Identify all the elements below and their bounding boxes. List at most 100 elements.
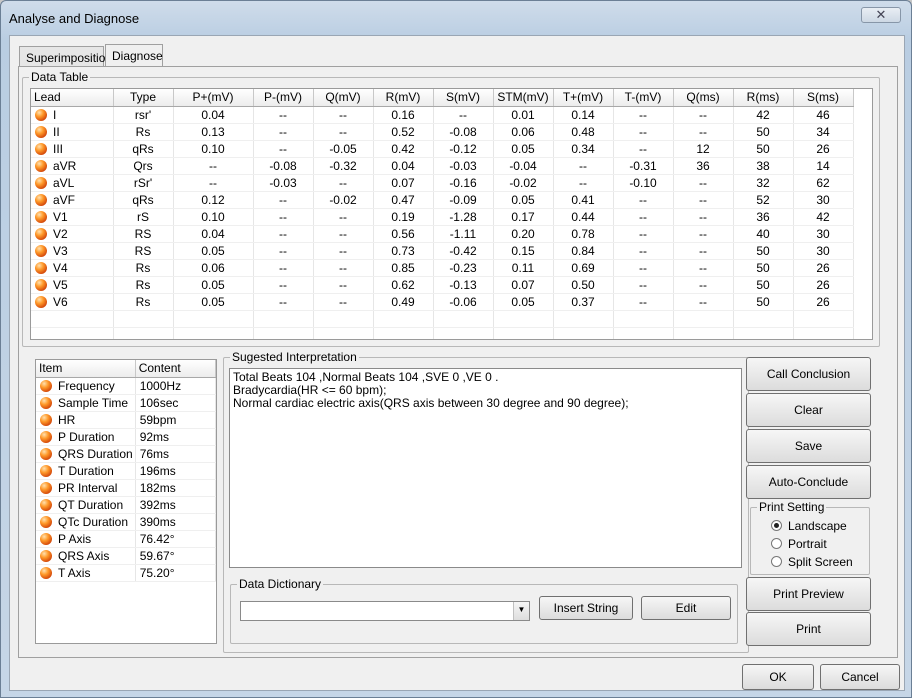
empty-cell	[113, 327, 174, 339]
table-cell: 0.41	[553, 191, 614, 209]
column-header[interactable]: Item	[36, 360, 136, 378]
table-cell: 26	[793, 259, 854, 277]
table-cell: --	[253, 106, 314, 124]
empty-cell	[433, 310, 494, 328]
status-dot-icon	[40, 413, 52, 426]
measurements-table[interactable]: Item Content Frequency 1000Hz Sample Time 10…	[35, 359, 217, 644]
table-row[interactable]: III qRs 0.10 -- -0.05 0.42 -0.12 0.05 0.34 -- 12 50…	[31, 140, 854, 158]
radio-split-screen-indicator[interactable]	[771, 556, 782, 567]
table-row[interactable]: aVF qRs 0.12 -- -0.02 0.47 -0.09 0.05 0.41 -- -- 52…	[31, 191, 854, 209]
content-cell: 390ms	[135, 513, 216, 531]
list-item[interactable]: QRS Axis 59.67°	[36, 547, 216, 565]
column-header[interactable]: STM(mV)	[493, 89, 554, 107]
data-table[interactable]: Lead Type P+(mV) P-(mV) Q(mV) R(mV) S(mV) STM(m…	[30, 88, 873, 340]
table-cell: --	[613, 225, 674, 243]
column-header[interactable]: S(mV)	[433, 89, 494, 107]
list-item[interactable]: HR 59bpm	[36, 411, 216, 429]
table-row[interactable]: V1 rS 0.10 -- -- 0.19 -1.28 0.17 0.44 -- -- 36 42	[31, 208, 854, 226]
table-cell: 0.34	[553, 140, 614, 158]
table-cell: 0.05	[493, 191, 554, 209]
table-row[interactable]: Irsr' 0.04 -- -- 0.16 -- 0.01 0.14 -- -- 42 46	[31, 106, 854, 124]
tab-superimposition[interactable]: Superimposition	[19, 46, 112, 66]
list-item[interactable]: Sample Time 106sec	[36, 394, 216, 412]
ok-button[interactable]: OK	[742, 664, 814, 690]
status-dot-icon	[35, 193, 47, 206]
print-button[interactable]: Print	[746, 612, 871, 646]
status-dot-icon	[40, 566, 52, 579]
status-dot-icon	[35, 295, 47, 308]
cancel-button[interactable]: Cancel	[820, 664, 900, 690]
list-item[interactable]: QRS Duration 76ms	[36, 445, 216, 463]
interpretation-textarea[interactable]: Total Beats 104 ,Normal Beats 104 ,SVE 0…	[229, 368, 742, 568]
radio-landscape-indicator[interactable]	[771, 520, 782, 531]
list-item[interactable]: PR Interval 182ms	[36, 479, 216, 497]
column-header[interactable]: T+(mV)	[553, 89, 614, 107]
auto-conclude-button[interactable]: Auto-Conclude	[746, 465, 871, 499]
lead-cell: II	[31, 123, 114, 141]
table-row[interactable]: aVR Qrs -- -0.08 -0.32 0.04 -0.03 -0.04 -- -0.31 3…	[31, 157, 854, 175]
table-row[interactable]: V6 Rs 0.05 -- -- 0.49 -0.06 0.05 0.37 -- -- 50 26	[31, 293, 854, 311]
table-cell: 38	[733, 157, 794, 175]
table-cell: 0.17	[493, 208, 554, 226]
table-cell: qRs	[113, 140, 174, 158]
table-cell: rsr'	[113, 106, 174, 124]
status-dot-icon	[35, 261, 47, 274]
table-row[interactable]: V5 Rs 0.05 -- -- 0.62 -0.13 0.07 0.50 -- -- 50 26	[31, 276, 854, 294]
clear-button[interactable]: Clear	[746, 393, 871, 427]
tab-diagnose[interactable]: Diagnose	[105, 44, 163, 66]
list-item[interactable]: P Duration 92ms	[36, 428, 216, 446]
table-cell: Rs	[113, 293, 174, 311]
column-header[interactable]: R(mV)	[373, 89, 434, 107]
list-item[interactable]: QTc Duration 390ms	[36, 513, 216, 531]
table-cell: 0.73	[373, 242, 434, 260]
call-conclusion-button[interactable]: Call Conclusion	[746, 357, 871, 391]
item-label: T Axis	[58, 565, 91, 580]
column-header[interactable]: T-(mV)	[613, 89, 674, 107]
table-cell: --	[313, 123, 374, 141]
list-item[interactable]: T Duration 196ms	[36, 462, 216, 480]
edit-button[interactable]: Edit	[641, 596, 731, 620]
empty-cell	[31, 310, 114, 328]
list-item[interactable]: T Axis 75.20°	[36, 564, 216, 582]
item-label: QRS Axis	[58, 548, 110, 563]
radio-split-screen[interactable]: Split Screen	[771, 555, 853, 569]
column-header[interactable]: R(ms)	[733, 89, 794, 107]
status-dot-icon	[40, 430, 52, 443]
table-cell: --	[613, 276, 674, 294]
column-header[interactable]: P+(mV)	[173, 89, 254, 107]
save-button[interactable]: Save	[746, 429, 871, 463]
column-header[interactable]: Q(mV)	[313, 89, 374, 107]
list-item[interactable]: Frequency 1000Hz	[36, 377, 216, 395]
empty-cell	[31, 327, 114, 339]
table-row[interactable]: aVL rSr' -- -0.03 -- 0.07 -0.16 -0.02 -- -0.10 -- 3…	[31, 174, 854, 192]
lead-cell: V6	[31, 293, 114, 311]
table-cell: 26	[793, 293, 854, 311]
chevron-down-icon[interactable]: ▼	[513, 602, 529, 620]
column-header[interactable]: Lead	[31, 89, 114, 107]
data-dictionary-select[interactable]: ▼	[240, 601, 530, 621]
insert-string-button[interactable]: Insert String	[539, 596, 633, 620]
column-header[interactable]: P-(mV)	[253, 89, 314, 107]
item-label: HR	[58, 412, 76, 427]
list-item[interactable]: QT Duration 392ms	[36, 496, 216, 514]
empty-cell	[433, 327, 494, 339]
table-row[interactable]: II Rs 0.13 -- -- 0.52 -0.08 0.06 0.48 -- -- 50 34	[31, 123, 854, 141]
list-item[interactable]: P Axis 76.42°	[36, 530, 216, 548]
table-cell: --	[673, 293, 734, 311]
table-cell: 26	[793, 140, 854, 158]
radio-portrait[interactable]: Portrait	[771, 537, 827, 551]
table-cell: 0.05	[173, 242, 254, 260]
column-header[interactable]: Type	[113, 89, 174, 107]
radio-portrait-indicator[interactable]	[771, 538, 782, 549]
table-row[interactable]: V2 RS 0.04 -- -- 0.56 -1.11 0.20 0.78 -- -- 40 30	[31, 225, 854, 243]
table-row[interactable]: V3 RS 0.05 -- -- 0.73 -0.42 0.15 0.84 -- -- 50 30	[31, 242, 854, 260]
table-cell: 0.78	[553, 225, 614, 243]
table-row[interactable]: V4 Rs 0.06 -- -- 0.85 -0.23 0.11 0.69 -- -- 50 26	[31, 259, 854, 277]
close-button[interactable]: ✕	[861, 7, 901, 23]
column-header[interactable]: Content	[135, 360, 216, 378]
radio-landscape[interactable]: Landscape	[771, 519, 847, 533]
print-preview-button[interactable]: Print Preview	[746, 577, 871, 611]
empty-cell	[673, 327, 734, 339]
column-header[interactable]: Q(ms)	[673, 89, 734, 107]
column-header[interactable]: S(ms)	[793, 89, 854, 107]
